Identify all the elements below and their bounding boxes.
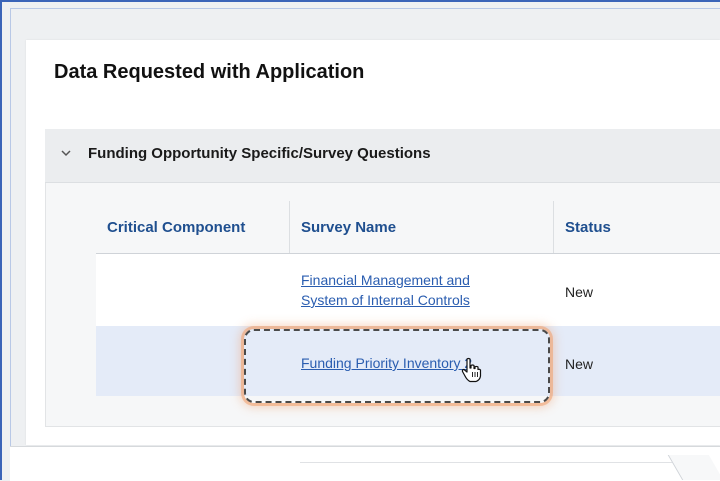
frame-top-line [10,8,720,9]
column-header-critical-component: Critical Component [107,219,246,236]
click-highlight [244,329,550,403]
survey-link-line-2[interactable]: System of Internal Controls [301,292,470,308]
column-header-survey-name: Survey Name [301,219,397,236]
survey-link-line-1[interactable]: Financial Management and [301,272,470,288]
frame-inner-line [10,8,11,480]
status-cell: New [565,356,594,372]
hand-cursor-icon [461,357,482,383]
column-divider [553,201,554,253]
status-cell: New [565,284,594,300]
column-divider [289,201,290,253]
bottom-divider [300,462,680,463]
bottom-panel [10,446,720,481]
survey-link-financial-management[interactable]: Financial Management and System of Inter… [301,270,470,310]
accordion-title[interactable]: Funding Opportunity Specific/Survey Ques… [88,145,431,162]
column-header-status: Status [565,219,611,236]
chevron-down-icon[interactable] [59,146,73,160]
page-title: Data Requested with Application [54,61,365,83]
